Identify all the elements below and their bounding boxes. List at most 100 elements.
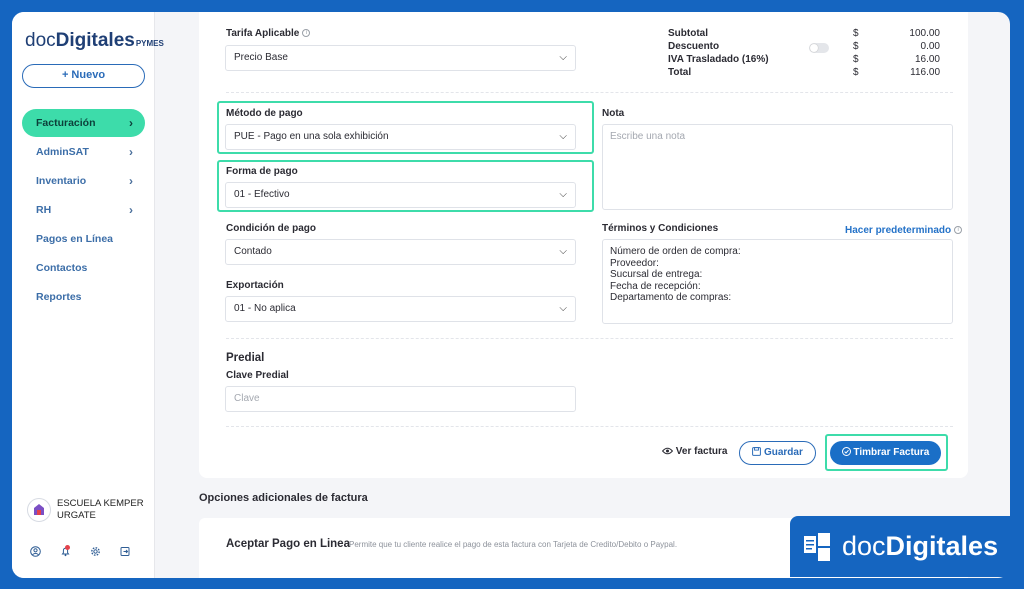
tarifa-label: Tarifa Aplicable i <box>226 28 311 39</box>
totals-value: 16.00 <box>914 54 940 65</box>
sidebar-item-label: Inventario <box>36 175 87 187</box>
company-name-line1: ESCUELA KEMPER <box>57 498 144 509</box>
chevron-right-icon: › <box>129 145 133 159</box>
terminos-label: Términos y Condiciones <box>602 223 719 234</box>
company-logo-icon <box>27 498 51 522</box>
logo-suffix: PYMES <box>135 39 164 48</box>
totals-value: 116.00 <box>910 67 940 78</box>
chevron-right-icon: › <box>129 116 133 130</box>
bell-icon[interactable] <box>60 545 90 560</box>
hacer-predeterminado-link[interactable]: Hacer predeterminado i <box>845 225 963 236</box>
totals-label: Total <box>668 67 692 78</box>
section-title-opciones: Opciones adicionales de factura <box>199 492 368 504</box>
ver-factura-button[interactable]: Ver factura <box>661 446 728 457</box>
chevron-down-icon: ⌵ <box>559 246 567 257</box>
condicion-pago-select[interactable]: Contado ⌵ <box>225 239 576 265</box>
nota-placeholder: Escribe una nota <box>610 131 686 142</box>
nota-textarea[interactable]: Escribe una nota <box>602 124 953 210</box>
sidebar-item-reportes[interactable]: Reportes <box>22 283 145 311</box>
ver-factura-label: Ver factura <box>675 446 728 457</box>
condicion-pago-label: Condición de pago <box>226 223 316 234</box>
discount-toggle[interactable] <box>809 43 829 53</box>
predial-title: Predial <box>226 352 265 364</box>
terminos-line: Sucursal de entrega: <box>610 269 703 280</box>
sidebar-item-rh[interactable]: RH › <box>22 196 145 224</box>
totals-label: Descuento <box>668 41 720 52</box>
sidebar-item-pagos-en-linea[interactable]: Pagos en Línea <box>22 225 145 253</box>
sidebar-item-label: Contactos <box>36 262 88 274</box>
metodo-pago-value: PUE - Pago en una sola exhibición <box>234 131 389 142</box>
app-window: docDigitalesPYMES + Nuevo Facturación › … <box>12 12 1010 578</box>
sidebar-item-adminsat[interactable]: AdminSAT › <box>22 138 145 166</box>
terminos-line: Número de orden de compra: <box>610 246 741 257</box>
chevron-right-icon: › <box>129 203 133 217</box>
new-button[interactable]: + Nuevo <box>22 64 145 88</box>
logo-text-digitales: Digitales <box>55 30 135 51</box>
info-icon[interactable]: i <box>302 29 311 38</box>
brand-text-doc: doc <box>842 531 886 561</box>
invoice-form-card: Tarifa Aplicable i Precio Base ⌵ Subtotal … <box>199 12 968 478</box>
totals-row-iva: IVA Trasladado (16%) $ 16.00 <box>668 54 953 67</box>
brand-badge: docDigitales <box>790 516 1012 577</box>
clave-predial-placeholder: Clave <box>234 393 260 404</box>
totals-label: Subtotal <box>668 28 708 39</box>
company-switcher[interactable]: ESCUELA KEMPER URGATE <box>27 498 144 522</box>
documents-logo-icon <box>802 531 834 563</box>
clave-predial-input[interactable]: Clave <box>225 386 576 412</box>
company-name: ESCUELA KEMPER URGATE <box>57 498 144 522</box>
sidebar-footer <box>30 545 150 560</box>
sidebar-item-inventario[interactable]: Inventario › <box>22 167 145 195</box>
chevron-down-icon: ⌵ <box>559 52 567 63</box>
currency-symbol: $ <box>853 41 859 52</box>
exportacion-select[interactable]: 01 - No aplica ⌵ <box>225 296 576 322</box>
sidebar-item-label: RH <box>36 204 52 216</box>
tarifa-select[interactable]: Precio Base ⌵ <box>225 45 576 71</box>
divider <box>226 338 953 339</box>
opcion-description: Permite que tu cliente realice el pago d… <box>349 540 678 549</box>
app-logo[interactable]: docDigitalesPYMES <box>25 30 164 52</box>
info-icon[interactable]: i <box>954 226 963 235</box>
terminos-textarea[interactable]: Número de orden de compra: Proveedor: Su… <box>602 239 953 324</box>
totals-label: IVA Trasladado (16%) <box>668 54 769 65</box>
guardar-label: Guardar <box>763 447 803 458</box>
sidebar: docDigitalesPYMES + Nuevo Facturación › … <box>12 12 164 578</box>
user-icon[interactable] <box>30 546 60 560</box>
eye-icon <box>661 446 674 457</box>
timbrar-label: Timbrar Factura <box>853 447 930 458</box>
brand-text-digitales: Digitales <box>885 531 999 561</box>
chevron-down-icon: ⌵ <box>559 189 567 200</box>
sidebar-item-label: AdminSAT <box>36 146 89 158</box>
metodo-pago-label: Método de pago <box>226 108 303 119</box>
totals-row-total: Total $ 116.00 <box>668 67 953 80</box>
totals-row-descuento: Descuento $ 0.00 <box>668 41 953 54</box>
terminos-line: Proveedor: <box>610 257 659 269</box>
forma-pago-select[interactable]: 01 - Efectivo ⌵ <box>225 182 576 208</box>
gear-icon[interactable] <box>90 546 120 560</box>
logout-icon[interactable] <box>120 546 150 560</box>
sidebar-item-label: Reportes <box>36 291 82 303</box>
exportacion-value: 01 - No aplica <box>234 303 296 314</box>
tarifa-value: Precio Base <box>234 52 288 63</box>
metodo-pago-select[interactable]: PUE - Pago en una sola exhibición ⌵ <box>225 124 576 150</box>
save-icon <box>752 447 762 458</box>
currency-symbol: $ <box>853 54 859 65</box>
sidebar-item-facturacion[interactable]: Facturación › <box>22 109 145 137</box>
exportacion-label: Exportación <box>226 280 284 291</box>
divider <box>226 426 953 427</box>
timbrar-factura-button[interactable]: Timbrar Factura <box>830 441 941 465</box>
chevron-right-icon: › <box>129 174 133 188</box>
totals-value: 100.00 <box>909 28 940 39</box>
brand-wordmark: docDigitales <box>842 531 998 562</box>
forma-pago-label: Forma de pago <box>226 166 298 177</box>
guardar-button[interactable]: Guardar <box>739 441 816 465</box>
terminos-line: Fecha de recepción: <box>610 280 701 292</box>
logo-text-doc: doc <box>25 30 56 51</box>
check-circle-icon <box>841 447 851 458</box>
terminos-line: Departamento de compras: <box>610 292 732 303</box>
sidebar-item-contactos[interactable]: Contactos <box>22 254 145 282</box>
sidebar-item-label: Pagos en Línea <box>36 233 114 245</box>
chevron-down-icon: ⌵ <box>559 131 567 142</box>
notification-dot <box>65 545 70 550</box>
condicion-pago-value: Contado <box>234 246 272 257</box>
sidebar-nav: Facturación › AdminSAT › Inventario › RH… <box>22 109 145 312</box>
